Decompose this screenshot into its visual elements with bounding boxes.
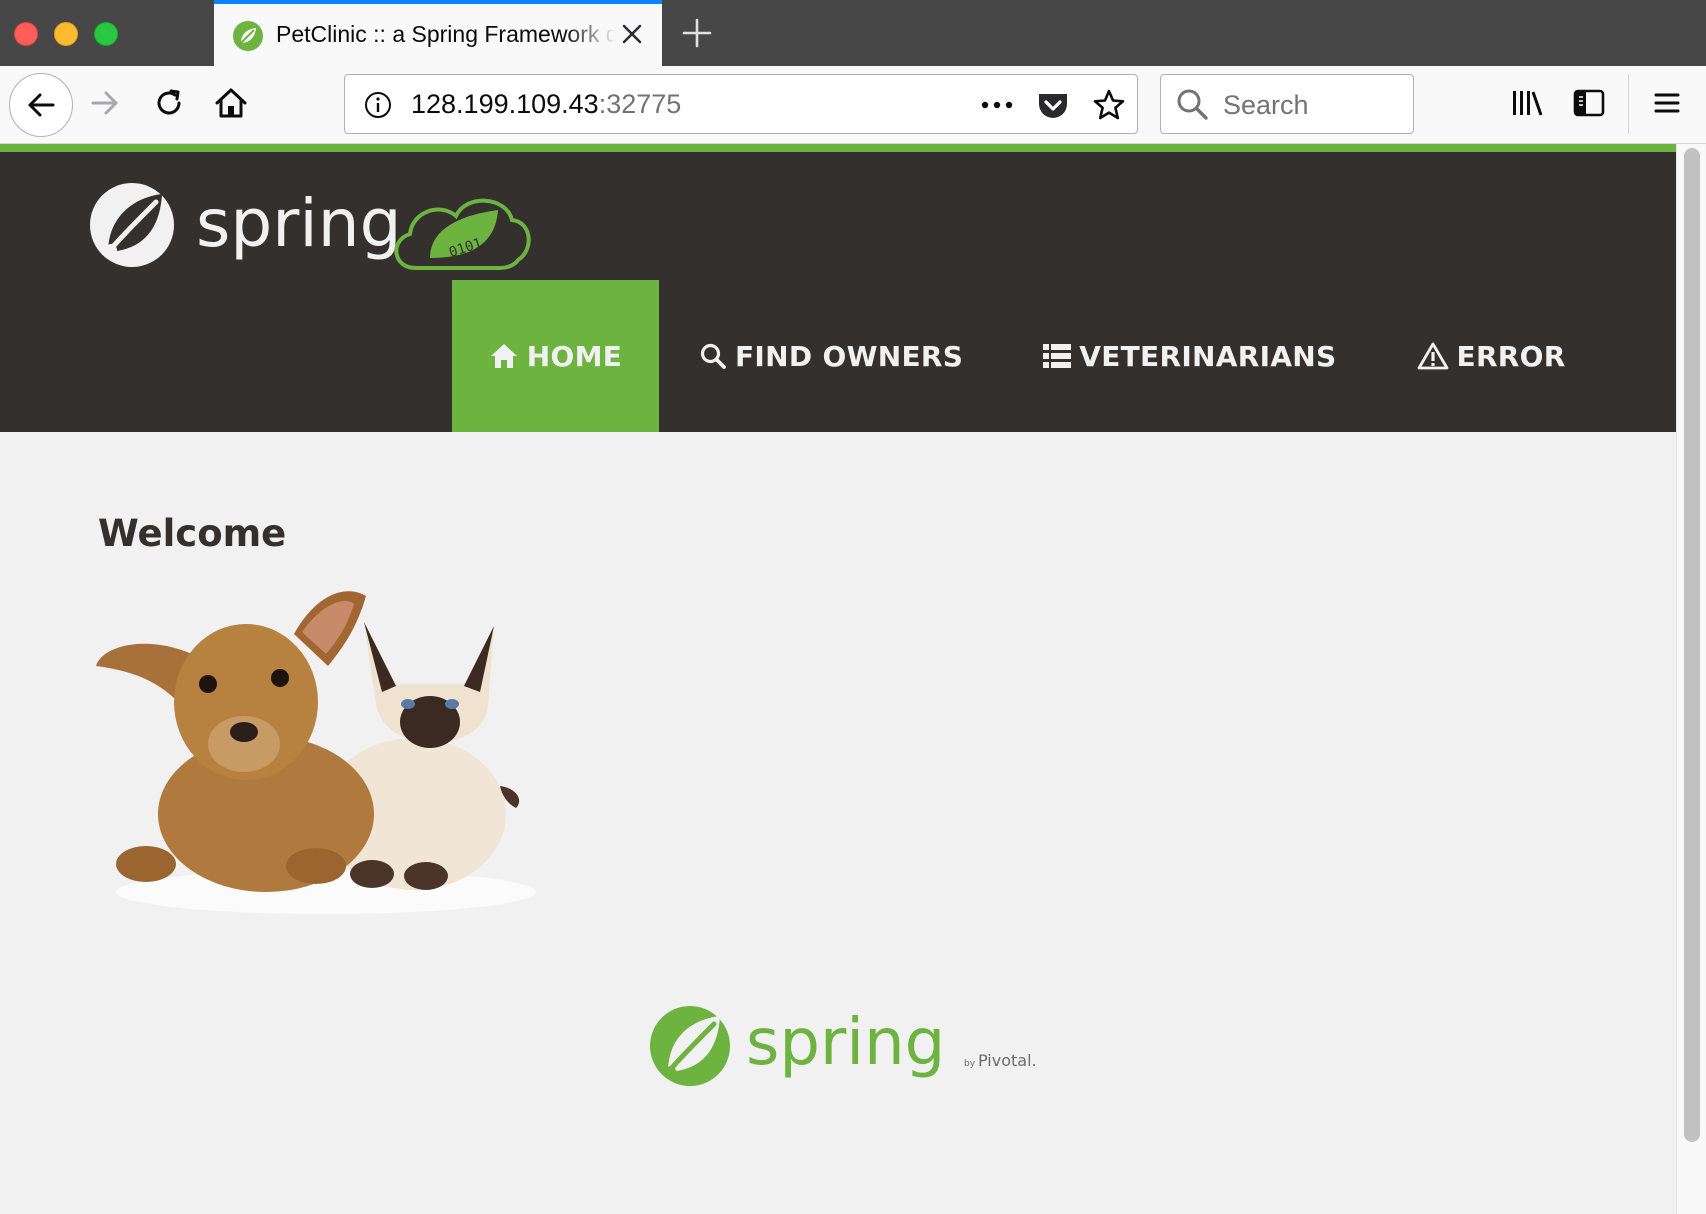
browser-toolbar: 128.199.109.43:32775 Search [0,66,1706,144]
url-bar[interactable]: 128.199.109.43:32775 [344,74,1138,134]
brand-wordmark: spring [196,185,401,262]
home-icon [215,88,247,118]
sidebar-toggle-button[interactable] [1568,82,1610,124]
tab-strip: PetClinic :: a Spring Framework demonstr… [0,0,1706,66]
tab-title: PetClinic :: a Spring Framework demonstr… [276,21,616,47]
home-icon [490,344,517,368]
pocket-icon[interactable] [1035,87,1071,123]
nav-label: VETERINARIANS [1079,339,1337,373]
home-button[interactable] [210,82,252,124]
search-icon [700,343,726,369]
window-zoom-button[interactable] [94,22,118,46]
nav-item-home[interactable]: HOME [452,280,659,432]
footer-company: Pivotal. [978,1051,1037,1070]
url-host: 128.199.109.43 [411,89,599,119]
app-menu-button[interactable] [1646,82,1688,124]
nav-label: HOME [526,339,623,373]
main-nav: HOME FIND OWNERS VETERINARIANS ERROR [452,280,1606,432]
bookmark-star-icon[interactable] [1091,87,1127,123]
footer-brand: spring [746,1006,945,1080]
close-tab-icon[interactable] [616,18,648,50]
nav-item-veterinarians[interactable]: VETERINARIANS [1003,280,1376,432]
page-viewport: spring 0101 HOME FIND OWNERS VETERINARIA… [0,144,1676,1214]
library-button[interactable] [1506,82,1548,124]
new-tab-icon[interactable] [680,16,714,50]
pets-image [96,591,536,914]
nav-item-find-owners[interactable]: FIND OWNERS [659,280,1003,432]
search-icon [1177,89,1208,120]
reload-icon [157,89,181,115]
back-button[interactable] [9,73,73,137]
accent-strip [0,144,1676,152]
search-bar[interactable]: Search [1160,74,1414,134]
info-icon[interactable] [363,90,393,120]
spring-leaf-icon [233,21,263,51]
browser-tab-petclinic[interactable]: PetClinic :: a Spring Framework demonstr… [214,0,662,66]
warning-icon [1417,342,1448,370]
arrow-right-icon [91,91,118,115]
window-minimize-button[interactable] [54,22,78,46]
window-close-button[interactable] [14,22,38,46]
spring-by-pivotal-logo[interactable]: spring by Pivotal. [648,994,1048,1094]
nav-item-error[interactable]: ERROR [1377,280,1606,432]
more-actions-icon[interactable] [979,89,1015,121]
toolbar-separator [1628,74,1629,134]
arrow-left-icon [28,93,55,117]
hamburger-menu-icon [1654,93,1680,113]
list-icon [1043,344,1072,368]
page-scrollbar[interactable] [1676,144,1706,1214]
page-title: Welcome [98,512,287,555]
reload-button[interactable] [148,82,190,124]
url-port: :32775 [598,89,682,119]
forward-button[interactable] [84,82,126,124]
spring-logo[interactable]: spring 0101 [86,176,546,274]
scrollbar-thumb[interactable] [1684,148,1700,1142]
nav-label: ERROR [1456,339,1566,373]
sidebar-icon [1573,89,1605,117]
library-icon [1513,91,1543,116]
site-navbar: spring 0101 HOME FIND OWNERS VETERINARIA… [0,152,1676,432]
search-placeholder: Search [1223,90,1309,120]
footer-by: by [964,1059,976,1069]
url-text[interactable]: 128.199.109.43:32775 [411,89,681,120]
nav-label: FIND OWNERS [735,339,964,373]
